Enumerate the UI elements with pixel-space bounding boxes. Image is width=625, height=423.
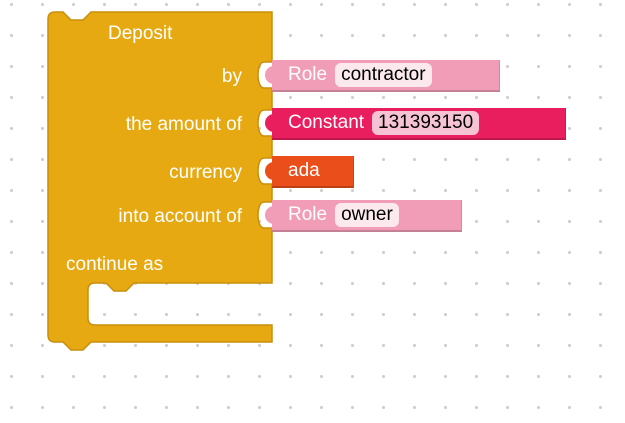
amount-label: the amount of [125, 114, 242, 135]
currency-ada-label: ada [288, 160, 320, 181]
by-role-field[interactable]: contractor [335, 63, 432, 87]
currency-ada-block[interactable]: ada [265, 156, 354, 188]
into-role-kind: Role [288, 204, 328, 225]
blockly-workspace[interactable]: Deposit by the amount of currency into a… [0, 0, 625, 423]
deposit-title: Deposit [108, 23, 173, 44]
into-account-label: into account of [118, 206, 242, 227]
amount-constant-field[interactable]: 131393150 [372, 111, 480, 135]
by-role-kind: Role [288, 64, 328, 85]
by-role-block[interactable]: Role contractor [265, 60, 500, 92]
amount-constant-block[interactable]: Constant 131393150 [265, 108, 566, 140]
into-role-field[interactable]: owner [335, 203, 399, 227]
into-role-block[interactable]: Role owner [265, 200, 462, 232]
amount-constant-kind: Constant [288, 112, 365, 133]
continue-as-label: continue as [66, 254, 164, 275]
by-label: by [221, 66, 242, 87]
currency-label: currency [169, 162, 242, 183]
